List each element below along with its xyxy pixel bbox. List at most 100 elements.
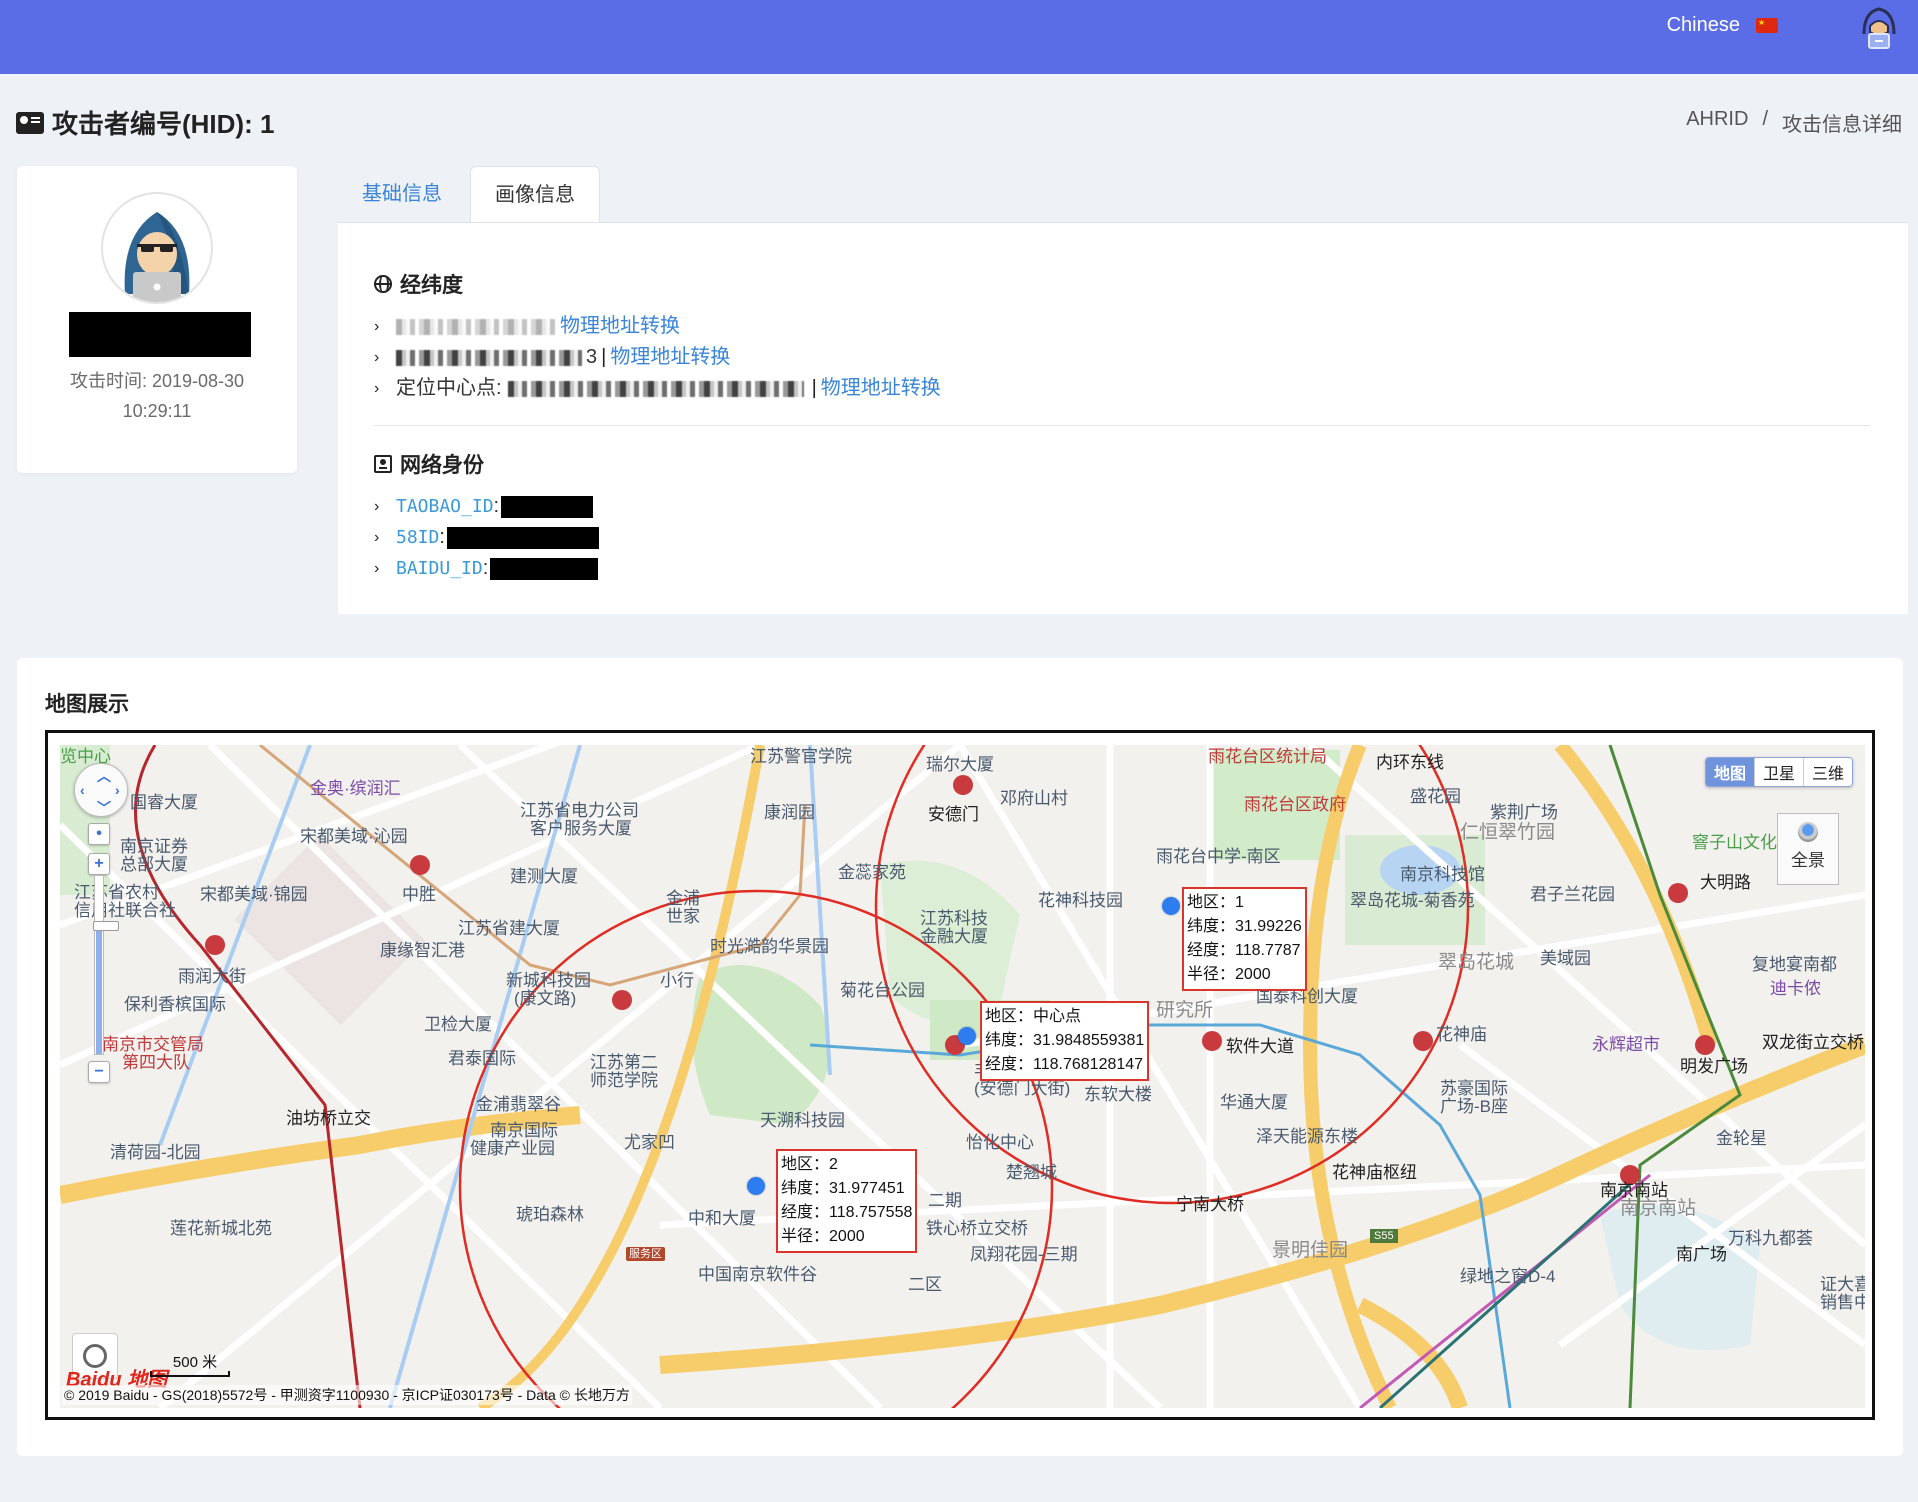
poi-label[interactable]: 清荷园-北园 <box>110 1143 201 1163</box>
poi-label[interactable]: 金轮星 <box>1716 1129 1767 1149</box>
poi-label[interactable]: 江苏第二 <box>590 1053 658 1073</box>
poi-label[interactable]: 雨花台区政府 <box>1244 795 1346 815</box>
poi-label[interactable]: 翠岛花城 <box>1438 953 1514 973</box>
poi-label[interactable]: 证大喜 <box>1820 1275 1865 1295</box>
poi-label[interactable]: 新城科技园 <box>506 971 591 991</box>
poi-label[interactable]: 宁南大桥 <box>1176 1195 1244 1215</box>
zoom-in-button[interactable]: + <box>88 853 110 875</box>
poi-label[interactable]: 二区 <box>908 1275 942 1295</box>
poi-label[interactable]: 二期 <box>928 1191 962 1211</box>
map-marker-center[interactable] <box>958 1027 976 1045</box>
poi-label[interactable]: 紫荆广场 <box>1490 803 1558 823</box>
poi-label[interactable]: 迪卡侬 <box>1770 979 1821 999</box>
poi-label[interactable]: 江苏省农村 <box>74 883 159 903</box>
poi-label[interactable]: 中胜 <box>402 885 436 905</box>
poi-label[interactable]: 研究所 <box>1156 1001 1213 1021</box>
poi-label[interactable]: 总部大厦 <box>120 855 188 875</box>
poi-label[interactable]: 苏豪国际 <box>1440 1079 1508 1099</box>
pan-right-icon[interactable]: › <box>115 782 120 798</box>
poi-label[interactable]: 邓府山村 <box>1000 789 1068 809</box>
poi-label[interactable]: 江苏警官学院 <box>750 747 852 767</box>
poi-label[interactable]: 内环东线 <box>1376 753 1444 773</box>
poi-label[interactable]: 广场-B座 <box>1440 1097 1508 1117</box>
poi-label[interactable]: 销售中 <box>1820 1293 1865 1313</box>
poi-label[interactable]: 东软大楼 <box>1084 1085 1152 1105</box>
poi-label[interactable]: 雨润大街 <box>178 967 246 987</box>
poi-label[interactable]: 南京国际 <box>490 1121 558 1141</box>
poi-label[interactable]: 泽天能源东楼 <box>1256 1127 1358 1147</box>
poi-label[interactable]: 菊花台公园 <box>840 981 925 1001</box>
poi-label[interactable]: 师范学院 <box>590 1071 658 1091</box>
poi-label[interactable]: 楚翘城 <box>1006 1163 1057 1183</box>
poi-label[interactable]: 君子兰花园 <box>1530 885 1615 905</box>
poi-label[interactable]: 花神科技园 <box>1038 891 1123 911</box>
poi-label[interactable]: 国睿大厦 <box>130 793 198 813</box>
poi-label[interactable]: 天溯科技园 <box>760 1111 845 1131</box>
poi-label[interactable]: 南京证券 <box>120 837 188 857</box>
poi-label[interactable]: 时光澔韵华景园 <box>710 937 829 957</box>
poi-label[interactable]: 金浦 <box>666 889 700 909</box>
poi-label[interactable]: 莲花新城北苑 <box>170 1219 272 1239</box>
poi-label[interactable]: 凤翔花园-三期 <box>970 1245 1078 1265</box>
poi-label[interactable]: 中和大厦 <box>688 1209 756 1229</box>
poi-label[interactable]: 宋都美域·沁园 <box>300 827 408 847</box>
poi-label[interactable]: 绿地之窗D-4 <box>1460 1267 1555 1287</box>
poi-label[interactable]: 江苏省建大厦 <box>458 919 560 939</box>
poi-label[interactable]: 雨花台中学-南区 <box>1156 847 1281 867</box>
poi-label[interactable]: (安德门大街) <box>974 1079 1070 1099</box>
poi-label[interactable]: 软件大道 <box>1226 1037 1294 1057</box>
poi-label[interactable]: 中国南京软件谷 <box>698 1265 817 1285</box>
address-convert-link[interactable]: 物理地址转换 <box>610 342 730 373</box>
user-avatar-icon[interactable] <box>1854 4 1904 54</box>
map-type-3d[interactable]: 三维 <box>1802 758 1852 786</box>
poi-label[interactable]: 瑞尔大厦 <box>926 755 994 775</box>
poi-label[interactable]: 窨子山文化 <box>1692 833 1777 853</box>
poi-label[interactable]: 翠岛花城-菊香苑 <box>1350 891 1475 911</box>
poi-label[interactable]: 明发广场 <box>1680 1057 1748 1077</box>
poi-label[interactable]: 卫检大厦 <box>424 1015 492 1035</box>
poi-label[interactable]: 江苏科技 <box>920 909 988 929</box>
poi-label[interactable]: 康缘智汇港 <box>380 941 465 961</box>
address-convert-link[interactable]: 物理地址转换 <box>821 373 941 404</box>
breadcrumb-home-link[interactable]: AHRID <box>1686 108 1748 137</box>
poi-label[interactable]: 康润园 <box>764 803 815 823</box>
baidu-map[interactable]: 览中心 国睿大厦 金奥·缤润汇 宋都美域·沁园 南京证券 总部大厦 宋都美域·锦… <box>60 745 1865 1408</box>
poi-label[interactable]: 南京市交管局 <box>102 1035 204 1055</box>
poi-label[interactable]: 万科九都荟 <box>1728 1229 1813 1249</box>
poi-label[interactable]: 琥珀森林 <box>516 1205 584 1225</box>
poi-label[interactable]: 金蕊家苑 <box>838 863 906 883</box>
poi-label[interactable]: 客户服务大厦 <box>530 819 632 839</box>
poi-label[interactable]: 花神庙枢纽 <box>1332 1163 1417 1183</box>
poi-label[interactable]: 仁恒翠竹园 <box>1460 823 1555 843</box>
poi-label[interactable]: 美域园 <box>1540 949 1591 969</box>
poi-label[interactable]: 大明路 <box>1700 873 1751 893</box>
tab-basic-info[interactable]: 基础信息 <box>338 166 466 222</box>
poi-label[interactable]: 双龙街立交桥 <box>1762 1033 1864 1053</box>
locate-dot-button[interactable]: • <box>88 823 110 845</box>
poi-label[interactable]: 建测大厦 <box>510 867 578 887</box>
map-marker-region-2[interactable] <box>747 1177 765 1195</box>
poi-label[interactable]: 小行 <box>660 971 694 991</box>
poi-label[interactable]: 盛花园 <box>1410 787 1461 807</box>
pan-up-icon[interactable]: ︿ <box>97 766 111 786</box>
panorama-button[interactable]: 全景 <box>1777 813 1839 885</box>
map-type-standard[interactable]: 地图 <box>1705 758 1754 786</box>
map-type-satellite[interactable]: 卫星 <box>1753 758 1803 786</box>
language-switcher[interactable]: Chinese <box>1667 14 1778 37</box>
poi-label[interactable]: 金融大厦 <box>920 927 988 947</box>
poi-label[interactable]: 尤家凹 <box>624 1133 675 1153</box>
zoom-out-button[interactable]: − <box>88 1061 110 1083</box>
zoom-slider-thumb[interactable] <box>93 921 119 932</box>
poi-label[interactable]: 景明佳园 <box>1272 1241 1348 1261</box>
tab-profile-info[interactable]: 画像信息 <box>470 166 600 222</box>
poi-label[interactable]: 安德门 <box>928 805 979 825</box>
poi-label[interactable]: 君泰国际 <box>448 1049 516 1069</box>
poi-label[interactable]: 保利香槟国际 <box>124 995 226 1015</box>
poi-label[interactable]: 怡化中心 <box>966 1133 1034 1153</box>
pan-left-icon[interactable]: ‹ <box>80 782 85 798</box>
map-pan-control[interactable]: ︿ ﹀ ‹ › <box>74 763 128 817</box>
poi-label[interactable]: 第四大队 <box>122 1053 190 1073</box>
poi-label[interactable]: 世家 <box>666 907 700 927</box>
zoom-slider-track[interactable] <box>93 875 119 1055</box>
poi-label[interactable]: 永辉超市 <box>1592 1035 1660 1055</box>
